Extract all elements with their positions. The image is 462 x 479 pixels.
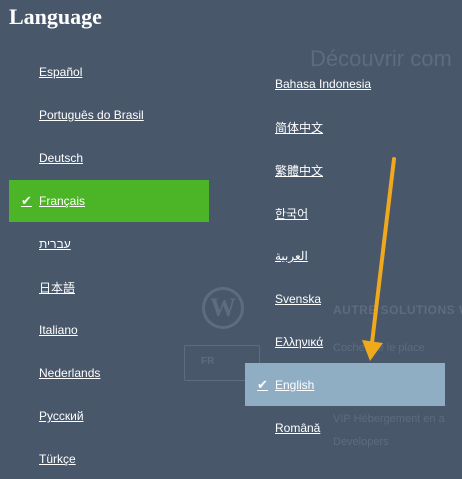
wordpress-logo-icon: W [202, 287, 244, 329]
language-option-swedish[interactable]: Svenska [275, 279, 321, 319]
language-panel-title: Language [9, 4, 102, 29]
background-section-title: AUTRE SOLUTIONS W [333, 303, 462, 317]
language-option-arabic[interactable]: العربية [275, 236, 308, 276]
checkmark-icon: ✔ [21, 193, 32, 208]
language-option-spanish[interactable]: Español [39, 52, 82, 92]
language-label: Français [39, 194, 86, 208]
language-option-simplified-chinese[interactable]: 简体中文 [275, 107, 323, 147]
language-label: 한국어 [275, 206, 309, 221]
language-option-hebrew[interactable]: עברית [39, 224, 71, 264]
language-option-french[interactable]: ✔ Français [9, 180, 209, 222]
language-option-japanese[interactable]: 日本語 [39, 267, 75, 307]
checkmark-icon: ✔ [257, 376, 268, 392]
language-option-italian[interactable]: Italiano [39, 310, 78, 350]
language-label: Deutsch [39, 151, 84, 165]
language-label: Ελληνικά [275, 335, 324, 349]
language-option-traditional-chinese[interactable]: 繁體中文 [275, 150, 323, 190]
language-label: Nederlands [39, 366, 101, 380]
language-label: 简体中文 [275, 120, 324, 135]
language-label: Svenska [275, 292, 322, 306]
language-label: Română [275, 421, 321, 435]
language-label: Bahasa Indonesia [275, 77, 372, 91]
language-label: 日本語 [39, 280, 76, 295]
language-label: English [275, 377, 315, 392]
language-option-russian[interactable]: Русский [39, 396, 84, 436]
language-label: עברית [39, 237, 71, 251]
language-label: 繁體中文 [275, 163, 324, 178]
language-option-romanian[interactable]: Română [275, 408, 320, 448]
language-label: Português do Brasil [39, 108, 144, 122]
language-option-dutch[interactable]: Nederlands [39, 353, 100, 393]
language-label: Español [39, 65, 83, 79]
language-label: Italiano [39, 323, 78, 337]
language-option-turkish[interactable]: Türkçe [39, 439, 76, 479]
language-option-korean[interactable]: 한국어 [275, 193, 308, 233]
background-language-select-value: FR [201, 356, 215, 367]
background-subtext: Cocher de le place [333, 342, 425, 354]
language-label: Русский [39, 409, 84, 423]
language-option-greek[interactable]: Ελληνικά [275, 322, 323, 362]
background-subtext: Developers [333, 436, 389, 448]
language-label: Türkçe [39, 452, 76, 466]
language-option-german[interactable]: Deutsch [39, 138, 83, 178]
background-subtext: VIP Hébergement en a [333, 413, 445, 425]
language-option-indonesian[interactable]: Bahasa Indonesia [275, 64, 371, 104]
language-option-english[interactable]: ✔ English [245, 363, 445, 406]
language-option-portuguese-brazil[interactable]: Português do Brasil [39, 95, 144, 135]
language-label: العربية [275, 249, 308, 263]
